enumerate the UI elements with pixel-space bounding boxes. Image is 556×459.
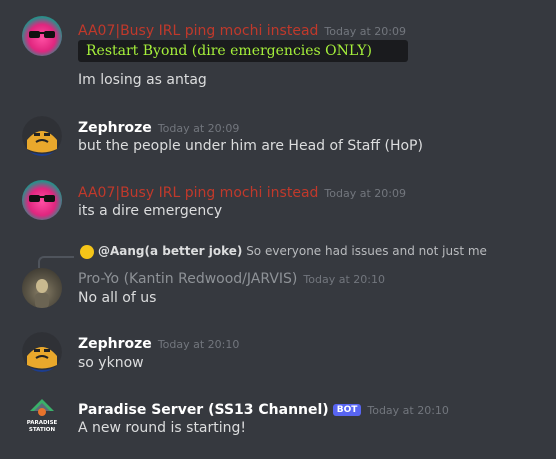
timestamp: Today at 20:10 <box>157 338 240 351</box>
message-text: so yknow <box>78 355 144 371</box>
reply-connector <box>38 256 74 268</box>
user-avatar[interactable] <box>22 332 62 372</box>
username[interactable]: Zephroze <box>78 336 152 352</box>
timestamp: Today at 20:09 <box>324 187 406 200</box>
reply-username[interactable]: @Aang(a better joke) <box>98 244 242 258</box>
svg-text:PARADISE: PARADISE <box>27 420 58 426</box>
reply-text: So everyone had issues and not just me <box>246 244 487 258</box>
bot-badge: BOT <box>332 404 362 416</box>
username[interactable]: Pro-Yo (Kantin Redwood/JARVIS) <box>78 271 297 287</box>
code-block: Restart Byond (dire emergencies ONLY) <box>78 40 408 62</box>
message-text: No all of us <box>78 290 157 306</box>
sunglasses-icon <box>29 195 55 202</box>
face-icon <box>22 116 62 156</box>
person-icon <box>35 279 49 308</box>
message-text: A new round is starting! <box>78 420 247 436</box>
reply-avatar-icon <box>80 244 94 259</box>
paradise-station-logo-icon: PARADISE STATION <box>27 399 58 433</box>
sunglasses-icon <box>29 31 55 38</box>
svg-text:STATION: STATION <box>29 427 56 433</box>
face-icon <box>22 332 62 372</box>
user-avatar[interactable] <box>22 16 62 56</box>
message-text: its a dire emergency <box>78 203 223 219</box>
timestamp: Today at 20:10 <box>367 404 449 417</box>
username[interactable]: Paradise Server (SS13 Channel) <box>78 402 329 418</box>
username[interactable]: AA07|Busy IRL ping mochi instead <box>78 185 318 201</box>
user-avatar[interactable] <box>22 268 62 308</box>
message-text: Im losing as antag <box>78 72 207 88</box>
user-avatar[interactable] <box>22 180 62 220</box>
reply-preview[interactable]: @Aang(a better joke) So everyone had iss… <box>80 244 487 259</box>
username[interactable]: Zephroze <box>78 120 152 136</box>
bot-avatar[interactable]: PARADISE STATION <box>22 397 62 437</box>
timestamp: Today at 20:10 <box>303 273 385 286</box>
user-avatar[interactable] <box>22 116 62 156</box>
username[interactable]: AA07|Busy IRL ping mochi instead <box>78 23 318 39</box>
message-text: but the people under him are Head of Sta… <box>78 138 423 154</box>
timestamp: Today at 20:09 <box>157 122 240 135</box>
timestamp: Today at 20:09 <box>324 25 406 38</box>
